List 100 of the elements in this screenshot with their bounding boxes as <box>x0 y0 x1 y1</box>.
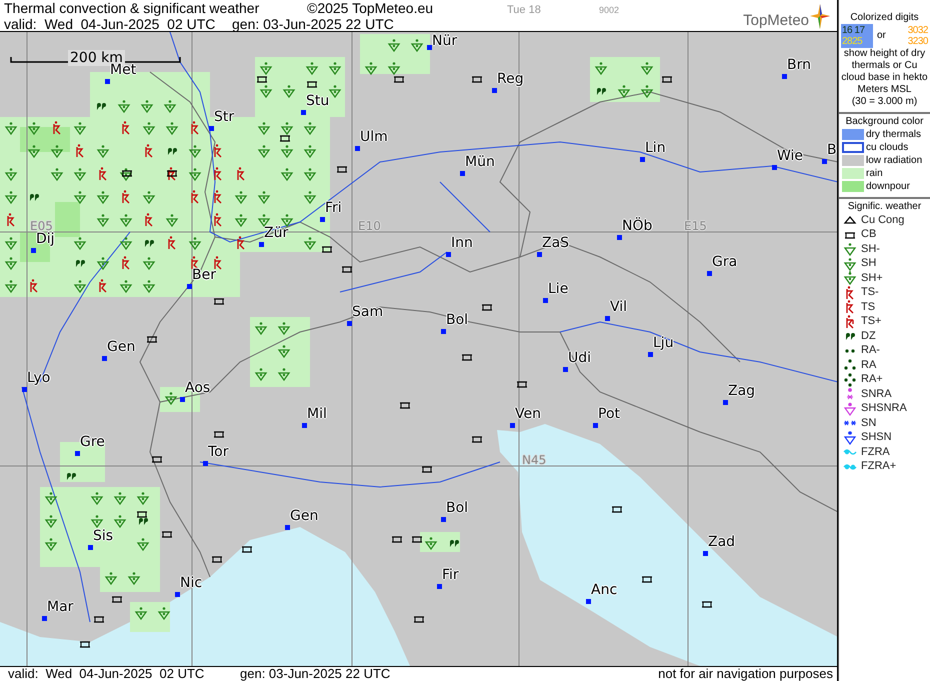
shower-icon <box>188 145 202 158</box>
shower-icon <box>74 168 86 182</box>
city-label: Pot <box>598 406 620 422</box>
city-label: Nür <box>432 33 458 49</box>
thunderstorm-icon <box>191 190 199 204</box>
shower-icon <box>164 100 176 114</box>
thunderstorm-icon <box>168 236 176 250</box>
shower-icon <box>74 122 86 136</box>
city-label: Gra <box>712 254 738 270</box>
city-label: Tor <box>208 444 228 460</box>
shower-icon <box>44 492 58 506</box>
cumulonimbus-icon <box>399 402 411 409</box>
cumulonimbus-icon <box>213 298 225 305</box>
legend-label: cu clouds <box>866 142 908 154</box>
shower-icon <box>424 537 438 550</box>
thunderstorm-icon <box>53 121 61 135</box>
legend-label: SH+ <box>861 272 883 285</box>
city-label: Sis <box>93 528 114 544</box>
shower-icon <box>188 237 202 250</box>
drizzle-icon <box>76 260 85 267</box>
thunderstorm-icon <box>168 167 176 181</box>
legend-label: low radiation <box>866 154 922 166</box>
city-marker <box>187 284 192 289</box>
shower-icon <box>90 492 104 506</box>
legend-heading: Signific. weather <box>846 201 922 213</box>
legend-label: TS- <box>861 286 879 300</box>
shower-icon <box>278 345 290 358</box>
thunderstorm-icon <box>30 279 38 293</box>
drizzle-icon <box>67 473 76 480</box>
city-marker <box>648 352 653 357</box>
cumulonimbus-icon <box>481 304 493 311</box>
cumulonimbus-icon <box>121 170 133 177</box>
city-marker <box>822 159 827 164</box>
cumulonimbus-icon <box>413 616 425 623</box>
cumulonimbus-icon <box>111 596 123 603</box>
weather-symbol-icon <box>843 271 857 286</box>
city-marker <box>537 252 542 257</box>
city-marker <box>563 367 568 372</box>
city-label: Mil <box>307 406 327 422</box>
shower-icon <box>280 214 294 228</box>
city-label: Inn <box>451 235 473 251</box>
thunderstorm-icon <box>122 121 130 135</box>
city-marker <box>355 146 360 151</box>
legend-label: SHSN <box>861 431 892 444</box>
cumulonimbus-icon <box>241 546 253 553</box>
thunderstorm-icon <box>7 213 15 227</box>
thunderstorm-icon <box>191 256 199 270</box>
star-logo-icon <box>809 2 831 30</box>
city-label: Mün <box>465 154 495 170</box>
city-label: Reg <box>497 71 524 87</box>
city-marker <box>105 79 110 84</box>
weather-symbol-icon <box>843 242 857 256</box>
thunderstorm-icon <box>237 167 245 181</box>
shower-icon <box>304 237 316 250</box>
weather-symbol-icon <box>843 358 857 372</box>
thunderstorm-icon <box>122 190 130 204</box>
drizzle-icon <box>168 148 177 155</box>
valid-time: valid: Wed 04-Jun-2025 02 UTC <box>8 667 206 681</box>
drizzle-icon <box>97 103 106 110</box>
city-marker <box>347 321 352 326</box>
shower-icon <box>140 100 154 114</box>
city-marker <box>427 45 432 50</box>
shower-icon <box>388 39 400 52</box>
thunderstorm-icon <box>191 121 199 135</box>
city-marker <box>42 616 47 621</box>
city-marker <box>543 298 548 303</box>
city-marker <box>22 387 27 392</box>
weather-symbol-icon <box>843 256 857 271</box>
city-marker <box>31 248 36 253</box>
city-label: Fir <box>442 567 459 583</box>
city-marker <box>703 551 708 556</box>
day-label: Tue 18 <box>507 3 542 18</box>
city-label: Lju <box>653 335 674 351</box>
shower-icon <box>118 100 130 114</box>
city-marker <box>707 271 712 276</box>
drizzle-icon <box>139 518 148 525</box>
shower-icon <box>594 62 608 76</box>
map-title: Thermal convection & significant weather <box>4 0 260 16</box>
shower-icon <box>74 191 86 204</box>
digit-sample: 16 17 <box>842 25 866 36</box>
city-marker <box>772 165 777 170</box>
cumulonimbus-icon <box>279 135 291 142</box>
cumulonimbus-icon <box>166 170 178 177</box>
city-marker <box>180 397 185 402</box>
shower-icon <box>114 492 126 506</box>
shower-icon <box>258 122 270 136</box>
legend-label: RA+ <box>861 373 883 386</box>
shower-icon <box>410 39 424 52</box>
city-marker <box>301 110 306 115</box>
cumulonimbus-icon <box>421 466 433 473</box>
thunderstorm-icon <box>76 144 84 158</box>
drizzle-icon <box>145 240 154 247</box>
city-marker <box>259 242 264 247</box>
legend-label: TS+ <box>861 315 882 328</box>
shower-icon <box>4 168 18 182</box>
shower-icon <box>234 191 248 204</box>
shower-icon <box>96 145 110 158</box>
cumulonimbus-icon <box>516 381 528 388</box>
shower-icon <box>114 515 126 528</box>
valid-time: valid: Wed 04-Jun-2025 02 UTC <box>4 16 216 32</box>
